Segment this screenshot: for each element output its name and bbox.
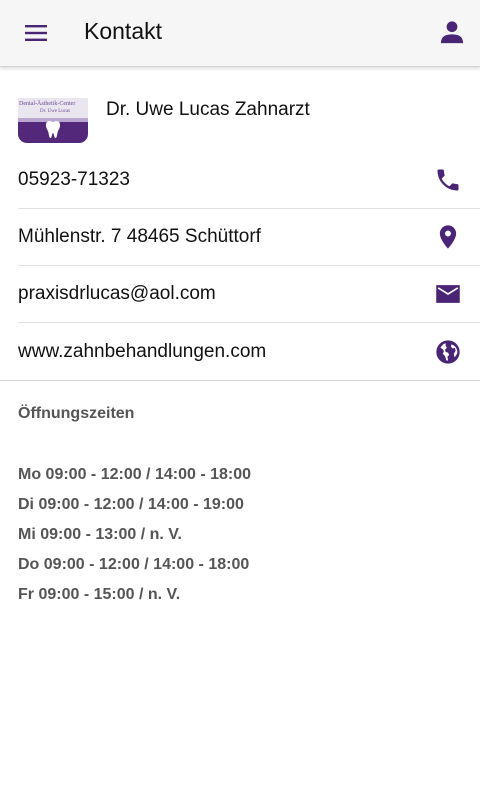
globe-icon [436,339,460,364]
profile-button[interactable] [438,18,466,46]
clinic-logo: Dental-Ästhetik-Center Dr. Uwe Lucas [18,98,88,143]
person-icon [440,21,464,44]
contact-phone-row[interactable]: 05923-71323 [18,151,480,208]
opening-hours-line: Fr 09:00 - 15:00 / n. V. [18,586,181,603]
opening-hours-line: Do 09:00 - 12:00 / 14:00 - 18:00 [18,556,250,573]
opening-hours-list: Mo 09:00 - 12:00 / 14:00 - 18:00 Di 09:0… [18,465,251,615]
phone-number: 05923-71323 [18,168,130,190]
opening-hours-line: Di 09:00 - 12:00 / 14:00 - 19:00 [18,496,244,513]
location-pin-icon [439,224,457,249]
tooth-icon [45,121,61,138]
contact-website-row[interactable]: www.zahnbehandlungen.com [18,323,480,380]
app-bar: Kontakt [0,0,480,67]
menu-button[interactable] [24,21,50,45]
section-divider [0,380,480,381]
clinic-header: Dental-Ästhetik-Center Dr. Uwe Lucas Dr.… [18,90,462,146]
phone-icon [437,169,459,190]
clinic-name: Dr. Uwe Lucas Zahnarzt [106,99,310,120]
mail-icon [436,284,460,303]
menu-icon [25,25,47,41]
contact-email-row[interactable]: praxisdrlucas@aol.com [18,265,480,322]
email-address: praxisdrlucas@aol.com [18,282,216,304]
logo-text-line2: Dr. Uwe Lucas [40,109,71,114]
page-title: Kontakt [84,18,162,44]
opening-hours-line: Mo 09:00 - 12:00 / 14:00 - 18:00 [18,466,252,483]
opening-hours-line: Mi 09:00 - 13:00 / n. V. [18,526,182,543]
contact-address-row[interactable]: Mühlenstr. 7 48465 Schüttorf [18,208,480,265]
opening-hours-title: Öffnungszeiten [18,405,135,422]
address: Mühlenstr. 7 48465 Schüttorf [18,225,261,247]
logo-text-line1: Dental-Ästhetik-Center [19,101,76,107]
website: www.zahnbehandlungen.com [18,340,267,362]
